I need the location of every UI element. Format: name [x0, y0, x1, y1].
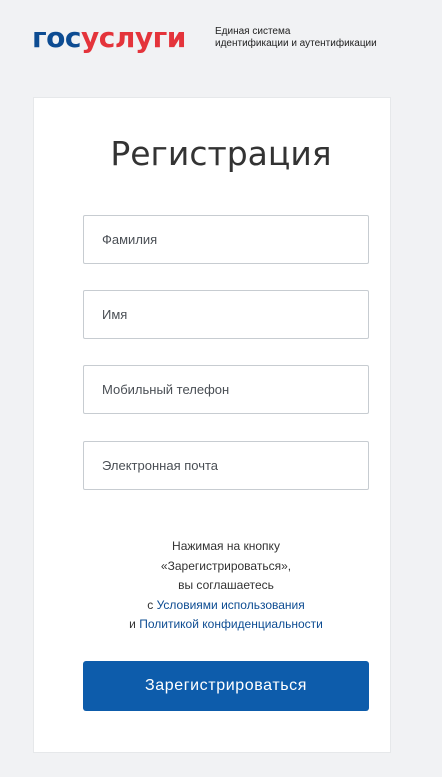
consent-line-4: с Условиями использования	[83, 596, 369, 616]
header: госуслуги Единая система идентификации и…	[32, 22, 432, 56]
consent-line-3: вы соглашаетесь	[178, 578, 274, 592]
consent-line-5: и Политикой конфиденциальности	[83, 615, 369, 635]
registration-card	[33, 97, 391, 753]
page-title: Регистрация	[110, 134, 332, 173]
logo-text-part2: услуги	[80, 21, 186, 54]
privacy-policy-link[interactable]: Политикой конфиденциальности	[139, 617, 323, 631]
consent-prefix-5: и	[129, 617, 140, 631]
gosuslugi-logo[interactable]: госуслуги	[32, 22, 186, 54]
consent-text: Нажимая на кнопку «Зарегистрироваться», …	[83, 537, 369, 635]
esia-subtitle: Единая система идентификации и аутентифи…	[215, 26, 377, 50]
email-field[interactable]	[83, 441, 369, 490]
logo-text-part1: гос	[32, 21, 81, 54]
mobile-phone-field[interactable]	[83, 365, 369, 414]
subtitle-line-1: Единая система	[215, 26, 291, 37]
consent-line-1: Нажимая на кнопку	[172, 539, 280, 553]
first-name-field[interactable]	[83, 290, 369, 339]
surname-field[interactable]	[83, 215, 369, 264]
consent-line-2: «Зарегистрироваться»,	[160, 558, 292, 573]
terms-of-use-link[interactable]: Условиями использования	[157, 598, 305, 612]
consent-prefix-4: с	[147, 597, 157, 612]
register-button[interactable]: Зарегистрироваться	[83, 661, 369, 711]
subtitle-line-2: идентификации и аутентификации	[215, 38, 377, 49]
